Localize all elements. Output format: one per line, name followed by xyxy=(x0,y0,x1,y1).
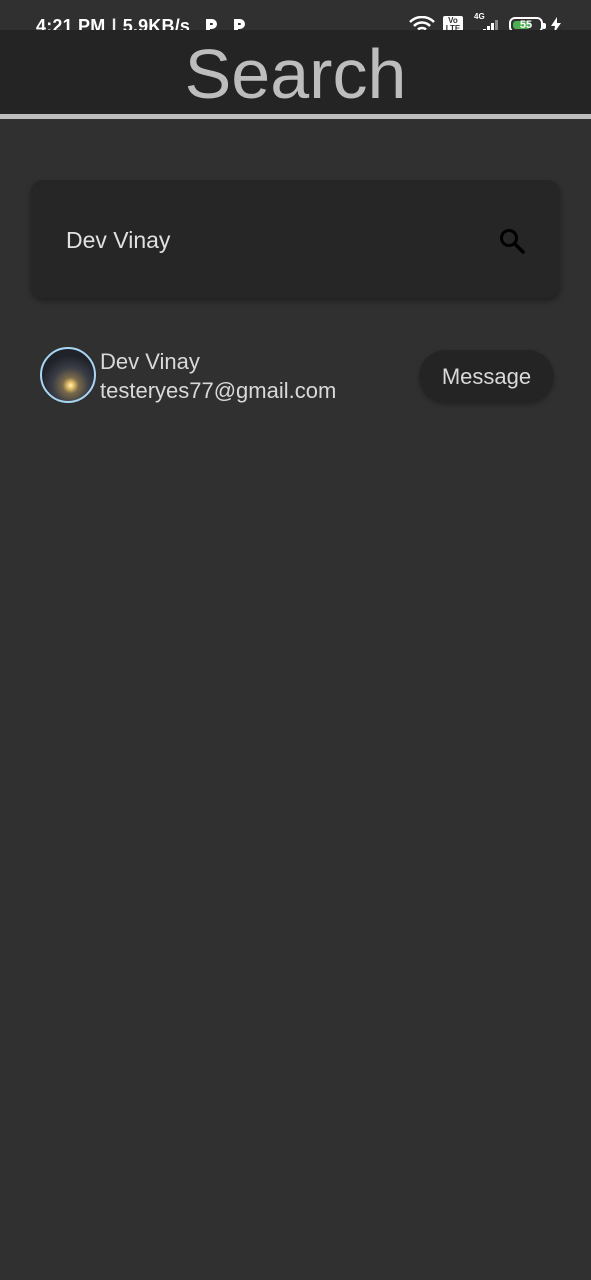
search-box xyxy=(31,180,560,298)
user-info: Dev Vinay testeryes77@gmail.com xyxy=(100,348,336,406)
avatar[interactable] xyxy=(40,347,96,403)
search-result-item[interactable]: Dev Vinay testeryes77@gmail.com Message xyxy=(0,340,591,416)
app-bar-divider xyxy=(0,114,591,119)
search-input[interactable] xyxy=(66,220,466,260)
network-type: 4G xyxy=(474,12,485,21)
search-icon xyxy=(500,229,525,254)
page-title: Search xyxy=(184,35,407,113)
user-name: Dev Vinay xyxy=(100,349,200,374)
user-email: testeryes77@gmail.com xyxy=(100,378,337,403)
search-button[interactable] xyxy=(495,224,529,258)
message-button[interactable]: Message xyxy=(419,350,554,403)
app-bar: Search xyxy=(0,30,591,114)
battery-cap xyxy=(543,23,546,29)
